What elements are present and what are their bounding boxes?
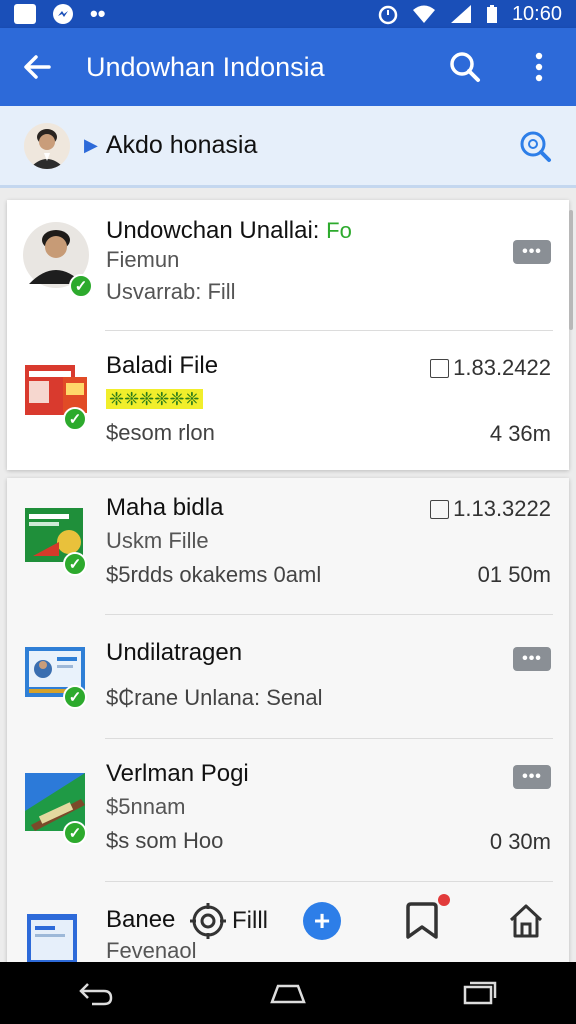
verified-check-icon: ✓ bbox=[63, 821, 87, 845]
item-title: Verlman Pogi bbox=[106, 760, 249, 787]
notification-dot bbox=[438, 894, 450, 906]
bookmark-icon bbox=[406, 902, 438, 939]
list-item[interactable]: ✓ Undilatragen $₵rane Unlana: Senal ••• bbox=[7, 615, 569, 738]
more-notifications-icon: •• bbox=[90, 1, 106, 26]
home-icon bbox=[509, 904, 543, 938]
add-icon: + bbox=[303, 902, 341, 940]
item-title: Undowchan Unallai: bbox=[106, 217, 320, 244]
status-time: 10:60 bbox=[511, 2, 562, 25]
file-list-card: ✓ Undowchan Unallai: Fo Fiemun Usvarrab:… bbox=[7, 200, 569, 470]
item-title: Undilatragen bbox=[106, 639, 243, 666]
item-detail: $s som Hoo bbox=[106, 828, 224, 853]
more-options-button[interactable]: ••• bbox=[513, 765, 551, 789]
item-date: 1.83.2422 bbox=[453, 355, 551, 380]
item-size: 4 36m bbox=[489, 421, 551, 446]
nav-fill-label: Filll bbox=[232, 907, 268, 934]
system-home-icon[interactable] bbox=[270, 980, 306, 1006]
item-date: 1.13.3222 bbox=[453, 496, 551, 521]
settings-cog-icon bbox=[190, 903, 226, 939]
item-tag: Fo bbox=[326, 218, 352, 243]
messenger-icon bbox=[53, 4, 73, 24]
verified-check-icon: ✓ bbox=[63, 552, 87, 576]
list-item[interactable]: ✓ Maha bidla Uskm Fille $5rdds okakems 0… bbox=[7, 478, 569, 614]
item-subtitle: $5nnam bbox=[106, 794, 186, 819]
list-item[interactable]: ✓ Baladi File ❈❈❈❈❈❈ $esom rlon 1.83.242… bbox=[7, 331, 569, 470]
arrow-left-icon bbox=[24, 55, 51, 79]
verified-check-icon: ✓ bbox=[69, 274, 93, 298]
caret-right-icon: ▶ bbox=[84, 135, 98, 155]
item-detail: $esom rlon bbox=[106, 420, 215, 445]
search-button[interactable] bbox=[428, 51, 502, 83]
notification-icon bbox=[14, 4, 36, 24]
list-item[interactable]: ✓ Verlman Pogi $5nnam $s som Hoo ••• 0 3… bbox=[7, 739, 569, 881]
channel-header[interactable]: ▶ Akdo honasia bbox=[0, 106, 576, 188]
signal-icon bbox=[450, 5, 471, 23]
item-size: 0 30m bbox=[489, 829, 551, 854]
list-item[interactable]: ✓ Undowchan Unallai: Fo Fiemun Usvarrab:… bbox=[7, 200, 569, 330]
item-detail: $5rdds okakems 0aml bbox=[106, 562, 322, 587]
more-vertical-icon bbox=[535, 52, 543, 82]
item-title: Maha bidla bbox=[106, 494, 224, 521]
search-circle-icon[interactable] bbox=[518, 129, 552, 163]
search-icon bbox=[450, 52, 480, 82]
scrollbar[interactable] bbox=[569, 210, 573, 330]
avatar bbox=[24, 122, 70, 169]
nav-bookmarks-button[interactable] bbox=[404, 880, 450, 962]
battery-icon bbox=[486, 5, 497, 23]
overflow-menu-button[interactable] bbox=[502, 52, 576, 82]
nav-fill-button[interactable]: Filll bbox=[188, 880, 268, 962]
system-recents-icon[interactable] bbox=[462, 980, 498, 1006]
nav-add-button[interactable]: + bbox=[303, 880, 341, 962]
item-highlight: ❈❈❈❈❈❈ bbox=[106, 389, 203, 409]
status-bar: •• 10:60 bbox=[0, 0, 576, 28]
bottom-navigation: Filll + bbox=[0, 880, 576, 962]
system-navigation-bar bbox=[0, 962, 576, 1024]
wifi-icon bbox=[412, 5, 435, 23]
verified-check-icon: ✓ bbox=[63, 685, 87, 709]
channel-title: Akdo honasia bbox=[105, 131, 258, 159]
nav-home-button[interactable] bbox=[507, 880, 545, 962]
item-subtitle: Uskm Fille bbox=[106, 528, 209, 553]
system-back-icon[interactable] bbox=[78, 980, 114, 1006]
item-detail: Usvarrab: Fill bbox=[106, 279, 236, 304]
item-size: 01 50m bbox=[477, 562, 551, 587]
item-title: Baladi File bbox=[106, 352, 219, 379]
item-detail: $₵rane Unlana: Senal bbox=[106, 685, 323, 710]
select-checkbox[interactable] bbox=[430, 499, 450, 519]
select-checkbox[interactable] bbox=[430, 358, 450, 378]
verified-check-icon: ✓ bbox=[63, 407, 87, 431]
back-button[interactable] bbox=[0, 53, 74, 81]
page-title: Undowhan Indonsia bbox=[86, 51, 325, 82]
item-subtitle: Fiemun bbox=[106, 247, 180, 272]
more-options-button[interactable]: ••• bbox=[513, 647, 551, 671]
alarm-icon bbox=[378, 5, 398, 25]
app-bar: Undowhan Indonsia bbox=[0, 28, 576, 106]
more-options-button[interactable]: ••• bbox=[513, 240, 551, 264]
